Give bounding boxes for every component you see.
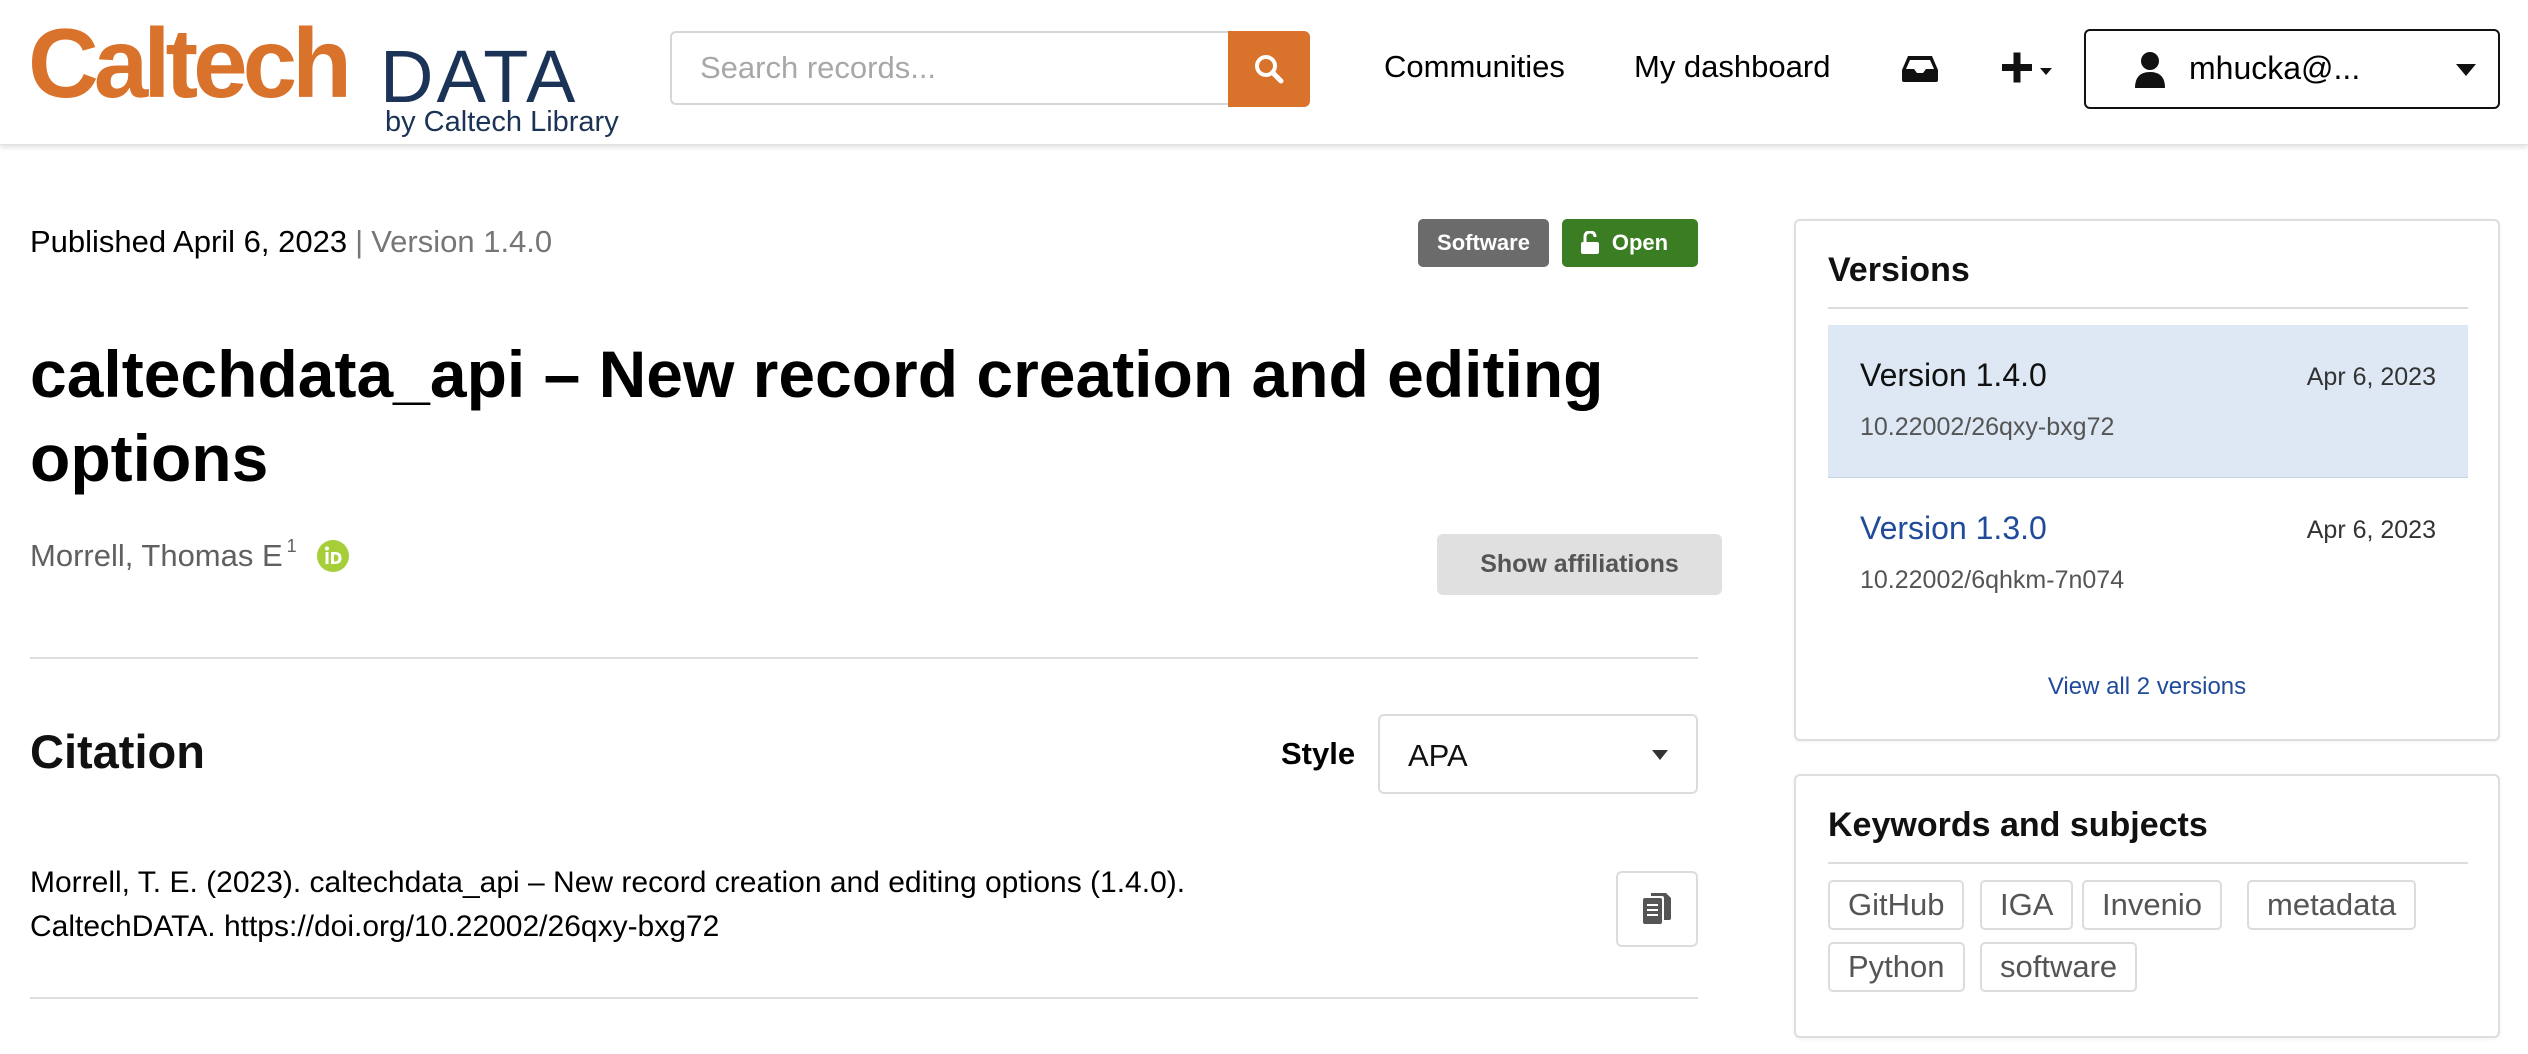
show-affiliations-button[interactable]: Show affiliations <box>1437 534 1722 595</box>
unlock-icon <box>1581 231 1599 254</box>
version-doi: 10.22002/6qhkm-7n074 <box>1860 566 2125 594</box>
record-author[interactable]: Morrell, Thomas E1 <box>30 536 297 574</box>
record-version: Version 1.4.0 <box>371 224 553 259</box>
citation-style-select[interactable]: APA <box>1378 714 1698 794</box>
version-item[interactable]: Version 1.4.0 Apr 6, 2023 10.22002/26qxy… <box>1828 325 2468 477</box>
divider <box>30 997 1698 999</box>
orcid-icon[interactable] <box>317 540 349 572</box>
plus-icon <box>2002 52 2052 83</box>
site-header: Caltech DATA by Caltech Library Communit… <box>0 0 2528 145</box>
search-icon <box>1255 55 1284 84</box>
nav-communities-link[interactable]: Communities <box>1384 48 1565 85</box>
citation-text: Morrell, T. E. (2023). caltechdata_api –… <box>30 866 1186 943</box>
keyword-tag[interactable]: GitHub <box>1828 880 1965 930</box>
publication-separator: | <box>355 224 364 259</box>
citation-heading: Citation <box>30 725 205 778</box>
author-name: Morrell, Thomas E <box>30 538 283 573</box>
divider <box>1828 862 2468 864</box>
user-name: mhucka@... <box>2189 50 2361 86</box>
version-name: Version 1.4.0 <box>1860 357 2047 393</box>
access-status-label: Open <box>1611 230 1669 255</box>
version-date: Apr 6, 2023 <box>2306 363 2436 391</box>
chevron-down-icon <box>2456 64 2476 76</box>
divider <box>1828 307 2468 309</box>
copy-citation-button[interactable] <box>1616 871 1698 947</box>
divider <box>30 657 1698 659</box>
keyword-tag[interactable]: software <box>1980 942 2138 992</box>
keyword-tag[interactable]: Python <box>1828 942 1965 992</box>
keyword-tag[interactable]: Invenio <box>2082 880 2222 930</box>
keyword-tag[interactable]: metadata <box>2247 880 2417 930</box>
version-link[interactable]: Version 1.3.0 <box>1860 510 2047 547</box>
site-logo[interactable]: Caltech DATA by Caltech Library <box>28 14 648 144</box>
logo-caltech-text: Caltech <box>28 8 352 118</box>
search-input[interactable] <box>670 31 1228 105</box>
citation-style-label: Style <box>1281 736 1356 771</box>
affiliation-marker: 1 <box>286 536 297 556</box>
search-button[interactable] <box>1228 31 1310 107</box>
record-title: caltechdata_api – New record creation an… <box>30 337 1604 495</box>
versions-panel: Versions Version 1.4.0 Apr 6, 2023 10.22… <box>1794 219 2500 741</box>
logo-byline: by Caltech Library <box>385 106 619 138</box>
version-doi: 10.22002/26qxy-bxg72 <box>1860 413 2115 441</box>
versions-heading: Versions <box>1828 251 1970 289</box>
user-icon <box>2135 52 2165 88</box>
search-bar <box>670 31 1310 107</box>
publication-info: Published April 6, 2023 | Version 1.4.0 <box>30 224 552 260</box>
access-status-badge: Open <box>1562 219 1698 267</box>
inbox-icon[interactable] <box>1900 50 1940 86</box>
keyword-tag[interactable]: IGA <box>1980 880 2074 930</box>
keywords-panel: Keywords and subjects GitHub IGA Invenio… <box>1794 774 2500 1038</box>
logo-data-text: DATA <box>380 35 579 118</box>
citation-style-value: APA <box>1408 738 1468 773</box>
version-date: Apr 6, 2023 <box>2306 516 2436 544</box>
view-all-versions-link[interactable]: View all 2 versions <box>1796 673 2498 701</box>
create-menu-button[interactable] <box>1998 48 2060 88</box>
resource-type-badge: Software <box>1418 219 1549 267</box>
chevron-down-icon <box>1652 750 1668 760</box>
version-item[interactable]: Version 1.3.0 Apr 6, 2023 10.22002/6qhkm… <box>1828 478 2468 630</box>
copy-icon <box>1643 893 1671 924</box>
nav-dashboard-link[interactable]: My dashboard <box>1634 48 1830 85</box>
keywords-heading: Keywords and subjects <box>1828 806 2208 844</box>
published-date: Published April 6, 2023 <box>30 224 348 259</box>
user-menu-button[interactable]: mhucka@... <box>2084 29 2500 109</box>
